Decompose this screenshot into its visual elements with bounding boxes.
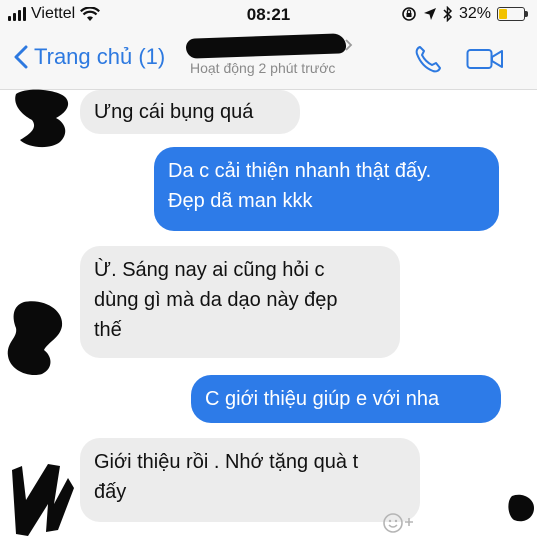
incoming-message[interactable]: Ưng cái bụng quá [80, 90, 300, 134]
outgoing-message[interactable]: Da c cải thiện nhanh thật đấy. Đẹp dã ma… [154, 147, 499, 231]
message-text-line: Đẹp dã man kkk [168, 190, 313, 212]
message-text-line: dùng gì mà da dạo này đẹp [94, 289, 338, 311]
status-right: 32% [401, 5, 528, 23]
status-bar: Viettel 08:21 32% [0, 0, 537, 30]
redacted-avatar [7, 301, 63, 376]
battery-icon [497, 7, 528, 21]
battery-percent: 32% [458, 5, 491, 22]
battery-level-fill [499, 9, 508, 19]
back-label: Trang chủ (1) [34, 44, 166, 69]
message-text-line: Da c cải thiện nhanh thật đấy. [168, 160, 432, 182]
incoming-message[interactable]: Giới thiệu rồi . Nhớ tặng quà t đấy [80, 438, 420, 522]
bluetooth-icon [443, 6, 453, 22]
redacted-avatar [12, 464, 74, 536]
redacted-avatar [15, 89, 69, 148]
back-button[interactable]: Trang chủ (1) [14, 44, 165, 70]
location-arrow-icon [423, 8, 436, 20]
message-text-line: Ừ. Sáng nay ai cũng hỏi c [94, 259, 325, 281]
outgoing-message[interactable]: C giới thiệu giúp e với nha [191, 375, 501, 423]
message-text-line: đấy [94, 481, 127, 503]
activity-status: Hoạt động 2 phút trước [190, 60, 336, 76]
message-list[interactable]: Ưng cái bụng quá Da c cải thiện nhanh th… [0, 89, 537, 537]
add-reaction-icon[interactable] [382, 512, 422, 534]
redacted-contact-name [185, 33, 347, 59]
phone-icon[interactable] [414, 44, 442, 74]
message-text-line: Giới thiệu rồi . Nhớ tặng quà t [94, 451, 359, 473]
screen-rotation-lock-icon [402, 7, 416, 21]
chevron-right-icon[interactable] [344, 38, 353, 52]
message-text: C giới thiệu giúp e với nha [205, 388, 440, 410]
video-camera-icon[interactable] [466, 48, 504, 70]
redacted-corner [508, 494, 534, 522]
conversation-header: Trang chủ (1) Hoạt động 2 phút trước [0, 30, 537, 90]
back-chevron-icon [14, 45, 28, 69]
incoming-message[interactable]: Ừ. Sáng nay ai cũng hỏi c dùng gì mà da … [80, 246, 400, 358]
message-text: Ưng cái bụng quá [94, 101, 254, 123]
message-text-line: thế [94, 319, 122, 341]
